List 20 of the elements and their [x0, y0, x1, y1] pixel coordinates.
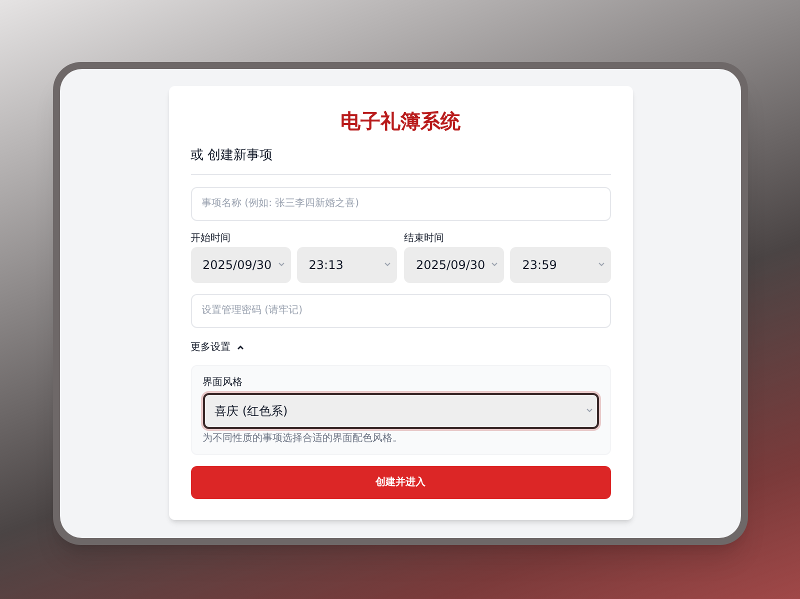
chevron-down-icon	[598, 262, 604, 267]
event-name-field[interactable]: 事项名称 (例如: 张三李四新婚之喜)	[190, 186, 610, 220]
date-select[interactable]: 2025/09/30	[190, 246, 291, 282]
chevron-down-icon	[278, 262, 285, 267]
theme-select[interactable]: 喜庆 (红色系)	[202, 392, 598, 428]
date-select[interactable]: 2025/09/30	[404, 246, 504, 282]
time-label: 结束时间	[404, 232, 445, 244]
more-settings-toggle[interactable]: 更多设置	[190, 340, 244, 354]
chevron-down-icon	[586, 408, 592, 413]
section-heading: 或 创建新事项	[190, 146, 610, 174]
time-select[interactable]: 23:13	[296, 246, 397, 282]
app-title: 电子礼簿系统	[340, 108, 462, 135]
chevron-down-icon	[384, 262, 391, 267]
password-field[interactable]: 设置管理密码 (请牢记)	[190, 294, 610, 328]
theme-label: 界面风格	[202, 376, 244, 388]
create-and-enter-button[interactable]: 创建并进入	[190, 466, 610, 498]
time-select[interactable]: 23:59	[510, 246, 610, 282]
chevron-down-icon	[491, 262, 498, 267]
time-label: 开始时间	[190, 232, 232, 244]
theme-hint: 为不同性质的事项选择合适的界面配色风格。	[202, 432, 404, 444]
